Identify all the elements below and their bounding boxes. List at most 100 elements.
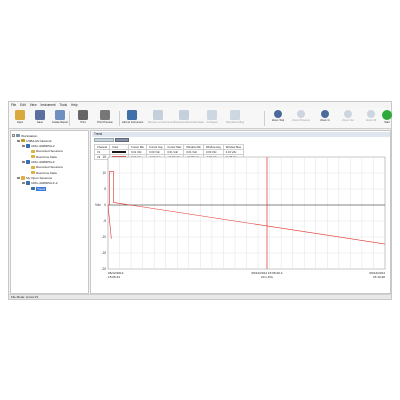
add-an-instrument-button[interactable]: Add an Instrument xyxy=(122,109,143,128)
y-tick-label: -20 xyxy=(101,267,106,271)
channel-selector[interactable] xyxy=(94,138,114,142)
tree-node[interactable]: Real-time Data xyxy=(27,170,57,175)
computer-icon xyxy=(15,133,20,138)
toolbar-button-label: Print Preview xyxy=(97,121,113,124)
instrument-icon xyxy=(25,160,30,164)
tree-node-label: Recorded Sessions xyxy=(36,165,63,170)
remove-an-instrument-button[interactable]: Remove an Instrument xyxy=(148,109,175,128)
menu-edit[interactable]: Edit xyxy=(20,103,26,107)
menu-view[interactable]: View xyxy=(30,103,37,107)
toolbar-button-label: Zoom Tool xyxy=(271,119,285,122)
save-icon xyxy=(35,110,45,120)
tab-trend[interactable]: Trend xyxy=(92,132,390,137)
start-recording-button[interactable]: Start Recording xyxy=(225,109,245,128)
tree-node[interactable]: - Workstation xyxy=(12,133,37,138)
zoom-level-selector[interactable] xyxy=(115,138,129,142)
toolbar-button-label: Remove an Instrument xyxy=(148,121,175,124)
create-report-button[interactable]: Create Report xyxy=(50,109,70,128)
y-tick-label: -10 xyxy=(101,235,106,239)
collapse-icon[interactable]: - xyxy=(12,134,15,137)
tree-node[interactable]: Real-time Data xyxy=(27,154,57,159)
remove-instrument-icon xyxy=(153,110,163,120)
zoom-in-button[interactable]: Zoom In xyxy=(315,109,335,128)
collapse-icon[interactable]: - xyxy=(22,160,25,164)
zoom-tool-icon xyxy=(274,110,282,118)
toolbar-button-label: Zoom Out xyxy=(342,119,354,122)
tree-node[interactable]: Recorded Sessions xyxy=(27,165,63,170)
toolbar-button-label: Start xyxy=(384,121,390,124)
add-instrument-icon xyxy=(127,110,137,120)
navigation-tree: - Workstation - USB/LAN Network - URG-4028D5A… xyxy=(10,130,89,294)
zoom-all-icon xyxy=(367,110,375,118)
toolbar-button-label: Download Recorded Data xyxy=(174,121,204,124)
trend-chart[interactable]: 151050-5-10-15-20Vdc06/12/201415:05:3106… xyxy=(91,153,390,293)
y-tick-label: 0 xyxy=(104,203,106,207)
y-tick-label: 5 xyxy=(104,187,106,191)
toolbar-separator xyxy=(69,111,70,126)
folder-icon xyxy=(30,154,35,159)
tree-node[interactable]: - URG-4028D5A-F-2 xyxy=(22,181,58,186)
collapse-icon[interactable]: - xyxy=(17,176,20,180)
tree-node-label: URG-4028D5A-F xyxy=(31,160,55,164)
toolbar-button-label: Open xyxy=(16,121,24,124)
toolbar-button-label: Print xyxy=(80,121,86,124)
tree-node[interactable]: - URG-4028D5A-F xyxy=(22,160,55,165)
tree-node[interactable]: - My Open Sessions xyxy=(17,175,52,180)
collapse-icon[interactable]: - xyxy=(22,144,25,148)
toolbar-button-label: Create Report xyxy=(51,121,69,124)
tree-node-label: My Open Sessions xyxy=(26,175,53,180)
tree-node-label: URG-4028D5A-F-2 xyxy=(31,181,58,186)
x-start-time: 15:05:31 xyxy=(108,275,120,279)
download-recorded-data-button[interactable]: Download Recorded Data xyxy=(174,109,204,128)
tree-node[interactable]: - URG-4028D5A-2 xyxy=(22,144,55,149)
instrument-icon xyxy=(25,181,30,185)
toolbar-separator xyxy=(119,111,120,126)
open-button[interactable]: Open xyxy=(10,109,30,128)
toolbar-button-label: Save xyxy=(37,121,43,124)
time-per-division-label: 20 s /Div xyxy=(261,275,273,279)
y-tick-label: 15 xyxy=(102,155,106,159)
toolbar-button-label: Start Recording xyxy=(225,121,245,124)
print-preview-button[interactable]: Print Preview xyxy=(95,109,115,128)
tree-node[interactable]: Recorded Sessions xyxy=(27,149,63,154)
tree-node-label: Recorded Sessions xyxy=(36,149,63,154)
menu-file[interactable]: File xyxy=(11,103,16,107)
tree-node-label: Real-time Data xyxy=(36,154,57,159)
tree-node-label: Trend xyxy=(36,186,47,191)
y-tick-label: -5 xyxy=(103,219,106,223)
menu-instrument[interactable]: Instrument xyxy=(41,103,56,107)
menu-help[interactable]: Help xyxy=(71,103,78,107)
configure-button[interactable]: Configure xyxy=(202,109,222,128)
folder-icon xyxy=(20,176,25,180)
y-axis-label: Vdc xyxy=(95,203,101,207)
tree-node[interactable]: Trend xyxy=(27,186,47,191)
collapse-icon[interactable]: - xyxy=(22,181,25,185)
save-button[interactable]: Save xyxy=(30,109,50,128)
zoom-tool-button[interactable]: Zoom Tool xyxy=(268,109,288,128)
tree-node-label: USB/LAN Network xyxy=(26,138,52,143)
toolbar: Open Save Create Report Print Print Preview A… xyxy=(9,108,392,129)
print-button[interactable]: Print xyxy=(73,109,93,128)
status-bar: File Mode: srsrcs P1 xyxy=(9,294,391,299)
zoom-in-icon xyxy=(321,110,329,118)
tree-node-label: Workstation xyxy=(21,133,38,138)
network-icon xyxy=(20,139,25,143)
zoom-previous-button[interactable]: Zoom Previous xyxy=(291,109,311,128)
start-button[interactable]: Start xyxy=(377,109,397,128)
configure-icon xyxy=(207,110,217,120)
menu-tools[interactable]: Tools xyxy=(60,103,67,107)
tree-node-label: URG-4028D5A-2 xyxy=(31,144,55,149)
collapse-icon[interactable]: - xyxy=(17,139,20,143)
record-icon xyxy=(230,110,240,120)
folder-icon xyxy=(30,149,35,154)
tree-node-label: Real-time Data xyxy=(36,170,57,175)
folder-icon xyxy=(30,170,35,175)
zoom-out-button[interactable]: Zoom Out xyxy=(338,109,358,128)
tree-node[interactable]: - USB/LAN Network xyxy=(17,138,52,143)
app-window: File Edit View Instrument Tools Help Ope… xyxy=(8,101,392,300)
instrument-icon xyxy=(25,144,30,148)
zoom-out-icon xyxy=(344,110,352,118)
toolbar-button-label: Configure xyxy=(206,121,218,124)
y-tick-label: -15 xyxy=(101,251,106,255)
start-icon xyxy=(382,110,392,120)
